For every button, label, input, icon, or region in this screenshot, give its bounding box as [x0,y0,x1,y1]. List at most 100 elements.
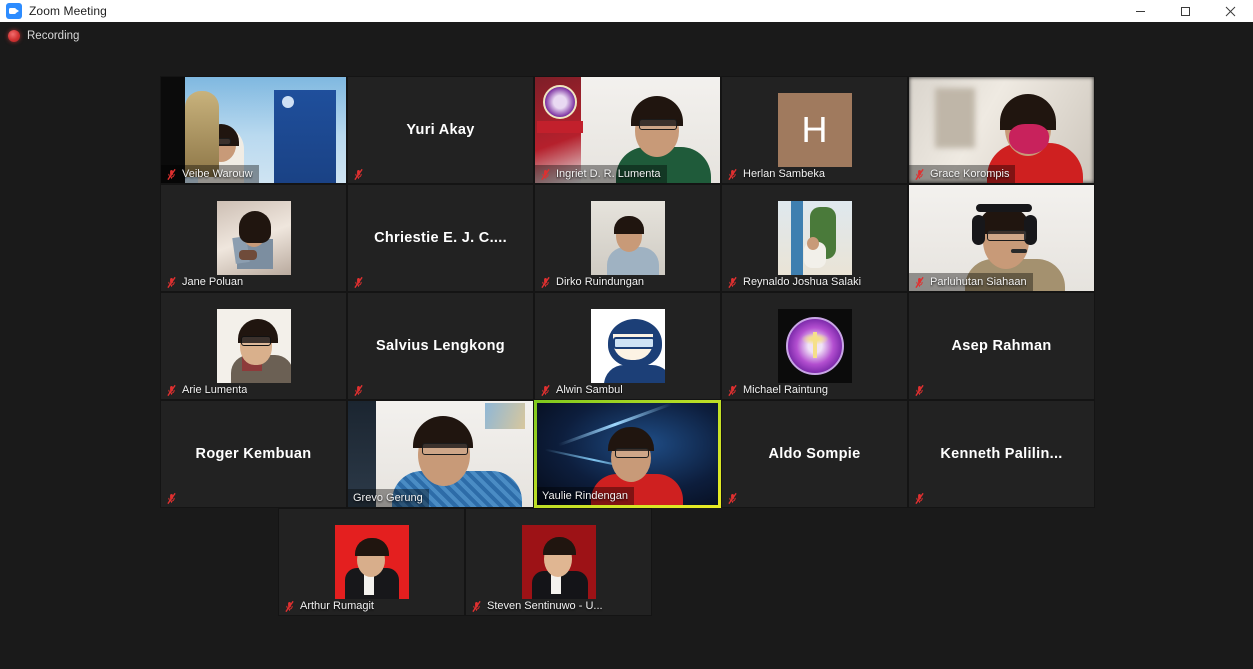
mic-muted-icon [354,276,363,288]
participant-tile[interactable]: Asep Rahman [908,292,1095,400]
participant-display-name: Yuri Akay [406,122,475,138]
participant-tile[interactable]: Roger Kembuan [160,400,347,508]
participant-name-label: Jane Poluan [182,276,244,288]
participant-tile[interactable]: Chriestie E. J. C.... [347,184,534,292]
participant-name-label: Michael Raintung [743,384,828,396]
participant-grid-last-row: Arthur Rumagit Steven Sentinuwo - U... [278,508,652,616]
participant-nametag [348,165,370,183]
participant-nametag [161,489,183,507]
participant-avatar [777,309,852,383]
zoom-icon [6,3,22,19]
participant-avatar [334,525,409,599]
participant-nametag [909,381,931,399]
window-controls [1118,0,1253,22]
participant-tile[interactable]: H Herlan Sambeka [721,76,908,184]
participant-nametag: Reynaldo Joshua Salaki [722,273,867,291]
participant-nametag: Grace Korompis [909,165,1016,183]
participant-tile[interactable]: Arie Lumenta [160,292,347,400]
mic-muted-icon [541,168,550,180]
participant-name-label: Arthur Rumagit [300,600,374,612]
participant-display-name: Salvius Lengkong [376,338,505,354]
participant-tile[interactable]: Steven Sentinuwo - U... [465,508,652,616]
mic-muted-icon [167,276,176,288]
participant-name-label: Veibe Warouw [182,168,253,180]
participant-tile[interactable]: Michael Raintung [721,292,908,400]
participant-name-label: Reynaldo Joshua Salaki [743,276,862,288]
participant-name-label: Dirko Ruindungan [556,276,645,288]
participant-tile[interactable]: Salvius Lengkong [347,292,534,400]
participant-name-label: Yaulie Rindengan [542,490,629,502]
participant-row: Arie Lumenta Salvius Lengkong Alwin Samb… [160,292,1095,400]
participant-tile[interactable]: Aldo Sompie [721,400,908,508]
mic-muted-icon [728,276,737,288]
participant-tile[interactable]: Parluhutan Siahaan [908,184,1095,292]
mic-muted-icon [354,168,363,180]
close-icon[interactable] [1208,0,1253,22]
participant-nametag: Arthur Rumagit [279,597,380,615]
mic-muted-icon [167,168,176,180]
mic-muted-icon [354,384,363,396]
participant-grid: Veibe Warouw Yuri Akay Ingriet D. R. Lum… [160,76,1095,508]
participant-nametag: Ingriet D. R. Lumenta [535,165,667,183]
mic-muted-icon [915,384,924,396]
minimize-icon[interactable] [1118,0,1163,22]
participant-nametag: Arie Lumenta [161,381,253,399]
participant-nametag: Dirko Ruindungan [535,273,650,291]
participant-nametag: Herlan Sambeka [722,165,831,183]
recording-label: Recording [27,30,80,42]
participant-tile[interactable]: Grevo Gerung [347,400,534,508]
recording-dot-icon [8,30,20,42]
participant-tile[interactable]: Yuri Akay [347,76,534,184]
meeting-window: Recording Veibe Warouw Yuri Akay Ingriet… [0,22,1253,669]
participant-tile[interactable]: Ingriet D. R. Lumenta [534,76,721,184]
mic-muted-icon [285,600,294,612]
mic-muted-icon [728,384,737,396]
participant-name-label: Parluhutan Siahaan [930,276,1027,288]
mic-muted-icon [915,276,924,288]
participant-name-label: Herlan Sambeka [743,168,825,180]
participant-tile[interactable]: Veibe Warouw [160,76,347,184]
participant-tile[interactable]: Grace Korompis [908,76,1095,184]
participant-tile[interactable]: Arthur Rumagit [278,508,465,616]
window-titlebar: Zoom Meeting [0,0,1253,22]
participant-tile[interactable]: Alwin Sambul [534,292,721,400]
participant-tile[interactable]: Yaulie Rindengan [534,400,721,508]
participant-avatar [590,201,665,275]
mic-muted-icon [541,384,550,396]
participant-nametag [909,489,931,507]
window-title: Zoom Meeting [29,4,107,18]
participant-tile[interactable]: Dirko Ruindungan [534,184,721,292]
participant-row: Veibe Warouw Yuri Akay Ingriet D. R. Lum… [160,76,1095,184]
participant-name-label: Grevo Gerung [353,492,423,504]
mic-muted-icon [915,168,924,180]
participant-nametag: Steven Sentinuwo - U... [466,597,609,615]
participant-display-name: Kenneth Palilin... [940,446,1063,462]
participant-nametag [722,489,744,507]
participant-nametag: Veibe Warouw [161,165,259,183]
participant-avatar [521,525,596,599]
participant-nametag: Michael Raintung [722,381,834,399]
mic-muted-icon [728,168,737,180]
maximize-icon[interactable] [1163,0,1208,22]
mic-muted-icon [728,492,737,504]
participant-avatar [777,201,852,275]
mic-muted-icon [541,276,550,288]
participant-avatar-initial: H [777,93,852,167]
mic-muted-icon [472,600,481,612]
participant-name-label: Ingriet D. R. Lumenta [556,168,661,180]
participant-nametag [348,381,370,399]
participant-avatar [590,309,665,383]
participant-nametag: Jane Poluan [161,273,249,291]
participant-name-label: Arie Lumenta [182,384,248,396]
mic-muted-icon [915,492,924,504]
participant-nametag [348,273,370,291]
participant-tile[interactable]: Reynaldo Joshua Salaki [721,184,908,292]
participant-name-label: Alwin Sambul [556,384,623,396]
mic-muted-icon [167,384,176,396]
participant-name-label: Steven Sentinuwo - U... [487,600,603,612]
mic-muted-icon [167,492,176,504]
participant-tile[interactable]: Kenneth Palilin... [908,400,1095,508]
participant-nametag: Alwin Sambul [535,381,629,399]
participant-display-name: Chriestie E. J. C.... [374,230,507,246]
participant-tile[interactable]: Jane Poluan [160,184,347,292]
